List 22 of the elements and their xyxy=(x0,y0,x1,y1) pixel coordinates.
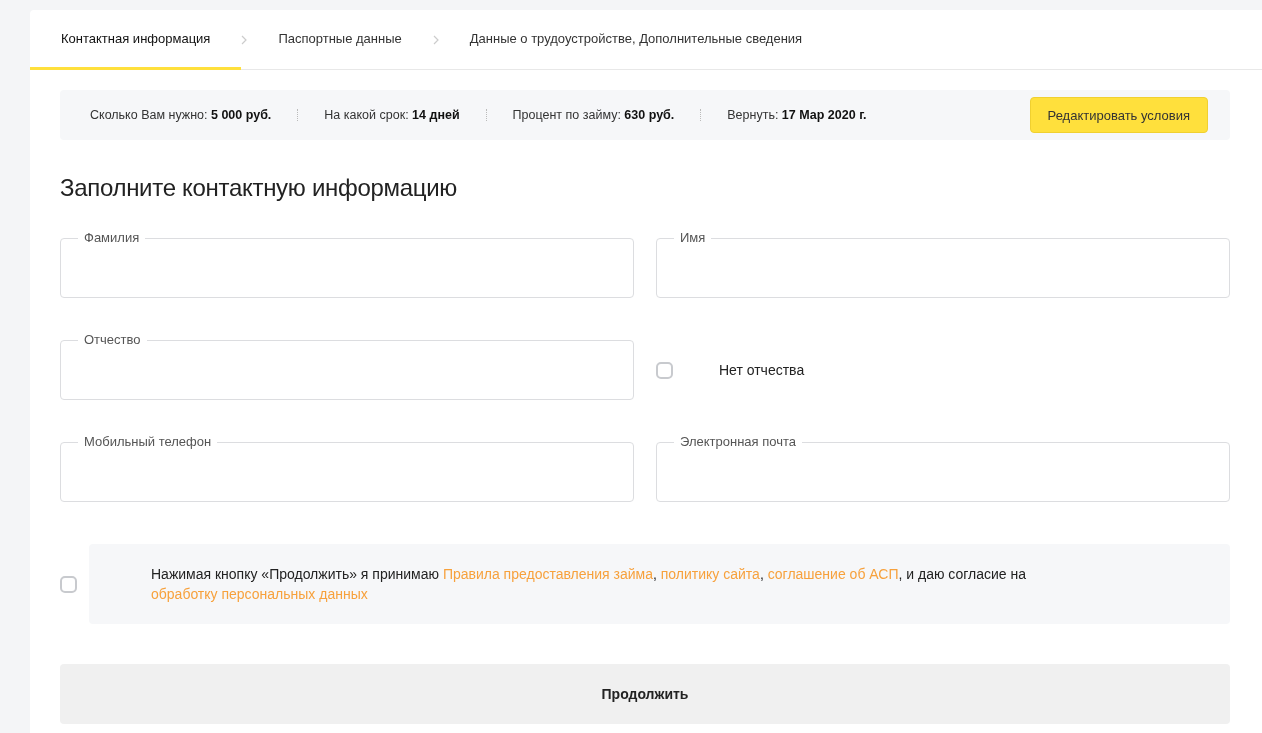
loan-term-text: На какой срок: 14 дней xyxy=(324,108,460,122)
input-field[interactable]: Отчество xyxy=(60,331,634,400)
input-field[interactable]: Имя xyxy=(656,229,1230,298)
checkbox[interactable] xyxy=(60,575,77,593)
field-label: Мобильный телефон xyxy=(78,433,218,450)
loan-term-text: Процент по займу: 630 руб. xyxy=(512,108,675,122)
continue-button[interactable]: Продолжить xyxy=(60,664,1230,724)
input-field[interactable]: Электронная почта xyxy=(656,433,1230,502)
checkbox[interactable] xyxy=(656,361,673,379)
loan-term-text: Сколько Вам нужно: 5 000 руб. xyxy=(90,108,272,122)
chevron-right-icon xyxy=(241,34,248,45)
input-field[interactable]: Фамилия xyxy=(60,229,634,298)
loan-term-text: Вернуть: 17 Мар 2020 г. xyxy=(727,108,867,122)
step-tab[interactable]: Паспортные данные xyxy=(247,9,433,70)
step-tab[interactable]: Данные о трудоустройстве, Дополнительные сведения xyxy=(438,9,834,70)
edit-terms-button[interactable]: Редактировать условия xyxy=(1029,97,1208,133)
form-heading: Заполните контактную информацию xyxy=(60,174,458,202)
input-field[interactable]: Мобильный телефон xyxy=(60,433,634,502)
consent-text: Нажимая кнопку «Продолжить» я принимаю Правила предоставления займа, политику сайта, соглашение об АСП, и даю согласие на обработку персональных данных xyxy=(151,565,1028,604)
checkbox-label: Нет отчества xyxy=(719,362,805,378)
chevron-right-icon xyxy=(432,34,439,45)
step-tab[interactable]: Контактная информация xyxy=(30,9,242,70)
